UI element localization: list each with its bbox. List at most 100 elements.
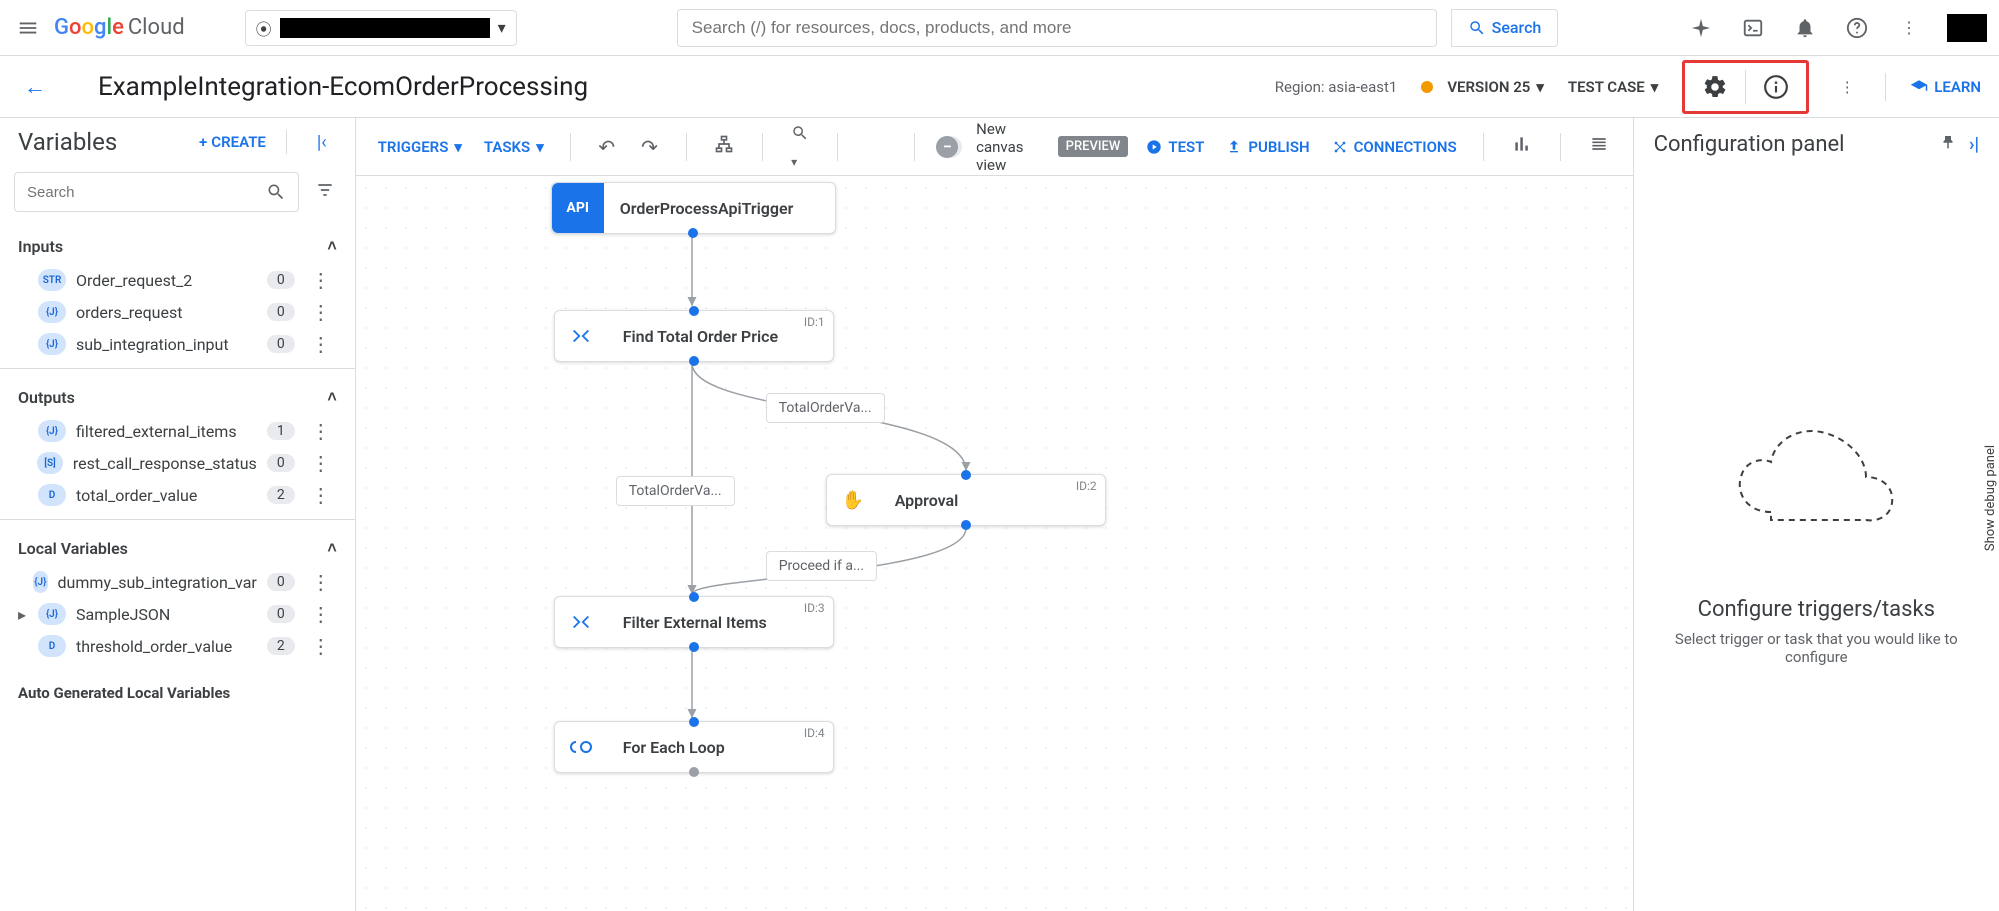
region-label: Region: asia-east1 — [1275, 78, 1398, 96]
connections-label: CONNECTIONS — [1354, 138, 1457, 156]
learn-label: LEARN — [1934, 78, 1981, 96]
collapse-left-icon[interactable]: |‹ — [307, 132, 337, 153]
config-header: Configuration panel ›| — [1634, 118, 1999, 167]
variable-search-input[interactable] — [27, 184, 266, 201]
pin-icon[interactable] — [1939, 132, 1957, 157]
info-button[interactable] — [1752, 67, 1800, 107]
port-bottom[interactable] — [689, 642, 699, 652]
test-label: TEST — [1168, 138, 1204, 156]
hamburger-icon[interactable] — [12, 12, 44, 44]
more-vert-icon[interactable]: ⋮ — [1833, 73, 1861, 101]
more-vert-icon[interactable]: ⋮ — [305, 268, 337, 292]
more-vert-icon[interactable]: ⋮ — [305, 419, 337, 443]
learn-button[interactable]: LEARN — [1910, 78, 1981, 96]
analytics-icon[interactable] — [1506, 128, 1538, 165]
redo-icon[interactable]: ↷ — [635, 129, 664, 165]
triggers-dropdown[interactable]: TRIGGERS ▾ — [374, 132, 466, 162]
separator — [286, 130, 287, 154]
connections-button[interactable]: CONNECTIONS — [1328, 132, 1461, 162]
avatar[interactable] — [1947, 14, 1987, 42]
more-vert-icon[interactable]: ⋮ — [305, 300, 337, 324]
more-vert-icon[interactable]: ⋮ — [305, 602, 337, 626]
node-foreach[interactable]: ID:4 For Each Loop — [554, 721, 834, 773]
edge-label[interactable]: TotalOrderVa... — [766, 393, 885, 423]
edge-label[interactable]: TotalOrderVa... — [616, 476, 735, 506]
variable-row[interactable]: Dtotal_order_value2⋮ — [0, 479, 355, 511]
inputs-section-header[interactable]: Inputs ˄ — [0, 228, 355, 264]
node-find-total[interactable]: ID:1 Find Total Order Price — [554, 310, 834, 362]
node-filter[interactable]: ID:3 Filter External Items — [554, 596, 834, 648]
expand-right-icon[interactable]: ›| — [1969, 134, 1979, 155]
locals-section-header[interactable]: Local Variables ˄ — [0, 530, 355, 566]
port-bottom[interactable] — [961, 520, 971, 530]
variable-row[interactable]: Dthreshold_order_value2⋮ — [0, 630, 355, 662]
var-count: 0 — [267, 271, 295, 289]
var-count: 0 — [267, 573, 295, 591]
global-search[interactable] — [677, 9, 1437, 47]
config-body: Configure triggers/tasks Select trigger … — [1634, 167, 1999, 911]
section-title: Local Variables — [18, 539, 128, 558]
search-button[interactable]: Search — [1451, 9, 1559, 47]
second-bar: ← ExampleIntegration-EcomOrderProcessing… — [0, 56, 1999, 118]
separator — [1560, 133, 1561, 161]
port-top[interactable] — [961, 470, 971, 480]
more-vert-icon[interactable]: ⋮ — [1895, 14, 1923, 42]
canvas[interactable]: API OrderProcessApiTrigger ID:1 Find Tot… — [356, 176, 1633, 911]
expand-icon[interactable]: ▸ — [18, 605, 28, 624]
testcase-dropdown[interactable]: TEST CASE ▾ — [1568, 78, 1658, 96]
port-bottom[interactable] — [688, 228, 698, 238]
org-icon: ⦿ — [256, 16, 272, 40]
cloud-shell-icon[interactable] — [1739, 14, 1767, 42]
port-top[interactable] — [689, 592, 699, 602]
magic-wand-icon[interactable] — [860, 128, 892, 165]
chevron-up-icon: ˄ — [327, 538, 336, 558]
settings-button[interactable] — [1691, 67, 1739, 107]
outputs-section-header[interactable]: Outputs ˄ — [0, 379, 355, 415]
notifications-icon[interactable] — [1791, 14, 1819, 42]
port-top[interactable] — [689, 306, 699, 316]
more-vert-icon[interactable]: ⋮ — [305, 483, 337, 507]
zoom-dropdown[interactable]: ▾ — [785, 117, 815, 177]
version-dropdown[interactable]: VERSION 25 ▾ — [1421, 78, 1544, 96]
filter-icon[interactable] — [309, 174, 341, 211]
node-trigger[interactable]: API OrderProcessApiTrigger — [551, 182, 836, 234]
port-top[interactable] — [689, 717, 699, 727]
version-label: VERSION 25 — [1447, 78, 1530, 96]
node-approval[interactable]: ID:2 ✋ Approval — [826, 474, 1106, 526]
project-picker[interactable]: ⦿ ▾ — [245, 10, 517, 46]
variable-row[interactable]: STROrder_request_20⋮ — [0, 264, 355, 296]
help-icon[interactable] — [1843, 14, 1871, 42]
variable-row[interactable]: {J}dummy_sub_integration_var0⋮ — [0, 566, 355, 598]
test-button[interactable]: TEST — [1142, 132, 1208, 162]
publish-button[interactable]: PUBLISH — [1222, 132, 1313, 162]
more-vert-icon[interactable]: ⋮ — [305, 451, 337, 475]
global-search-input[interactable] — [692, 18, 1422, 38]
separator — [1745, 70, 1746, 104]
loop-icon — [555, 722, 607, 772]
variable-row[interactable]: {J}sub_integration_input0⋮ — [0, 328, 355, 360]
undo-icon[interactable]: ↶ — [592, 129, 621, 165]
variable-row[interactable]: [S]rest_call_response_status0⋮ — [0, 447, 355, 479]
tasks-dropdown[interactable]: TASKS ▾ — [480, 132, 548, 162]
variable-search[interactable] — [14, 172, 299, 212]
back-arrow-icon[interactable]: ← — [18, 68, 52, 106]
create-variable-button[interactable]: + CREATE — [199, 133, 266, 151]
gemini-icon[interactable] — [1687, 14, 1715, 42]
var-name: dummy_sub_integration_var — [58, 573, 257, 592]
layout-icon[interactable] — [708, 128, 740, 165]
more-vert-icon[interactable]: ⋮ — [305, 634, 337, 658]
var-count: 0 — [267, 303, 295, 321]
logo[interactable]: Google Cloud — [54, 15, 185, 40]
port-bottom[interactable] — [689, 767, 699, 777]
variable-row[interactable]: {J}filtered_external_items1⋮ — [0, 415, 355, 447]
edge-label[interactable]: Proceed if a... — [766, 551, 877, 581]
more-vert-icon[interactable]: ⋮ — [305, 332, 337, 356]
more-vert-icon[interactable]: ⋮ — [305, 570, 337, 594]
variable-row[interactable]: ▸{J}SampleJSON0⋮ — [0, 598, 355, 630]
variable-row[interactable]: {J}orders_request0⋮ — [0, 296, 355, 328]
chevron-up-icon: ˄ — [327, 236, 336, 256]
canvas-view-toggle[interactable]: − — [936, 136, 962, 158]
debug-panel-tab[interactable]: Show debug panel — [1980, 435, 1999, 561]
port-bottom[interactable] — [689, 356, 699, 366]
logs-icon[interactable] — [1583, 128, 1615, 165]
